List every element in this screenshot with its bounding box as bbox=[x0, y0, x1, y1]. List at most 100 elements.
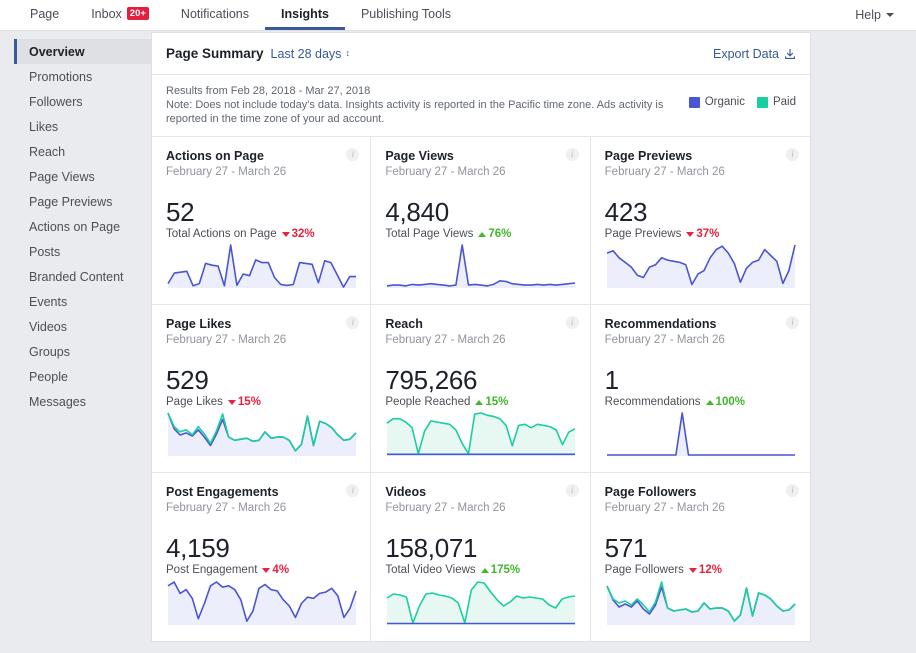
nav-tab-page[interactable]: Page bbox=[14, 0, 75, 30]
card-metric-label: Page Likes bbox=[166, 396, 223, 408]
date-range-selector[interactable]: Last 28 days ↕ bbox=[271, 47, 350, 61]
info-icon[interactable]: i bbox=[346, 316, 360, 329]
card-title: Reach bbox=[385, 317, 423, 331]
nav-tab-inbox[interactable]: Inbox 20+ bbox=[75, 0, 165, 30]
info-icon[interactable]: i bbox=[565, 316, 579, 329]
card-title: Page Likes bbox=[166, 317, 232, 331]
arrow-down-icon bbox=[227, 399, 236, 405]
card-date-range: February 27 - March 26 bbox=[385, 166, 506, 178]
card-delta-value: 32% bbox=[291, 228, 315, 240]
help-menu[interactable]: Help bbox=[855, 8, 894, 22]
card-metric-row: People Reached 15% bbox=[385, 396, 575, 408]
info-icon[interactable]: i bbox=[565, 148, 579, 161]
sidebar-item-messages[interactable]: Messages bbox=[14, 389, 151, 414]
sidebar-item-reach[interactable]: Reach bbox=[14, 139, 151, 164]
metric-card-page-views[interactable]: i Page Views February 27 - March 26 4,840 To… bbox=[371, 137, 591, 305]
card-value: 795,266 bbox=[385, 365, 478, 395]
metric-card-recommendations[interactable]: i Recommendations February 27 - March 26 1 R… bbox=[590, 305, 810, 473]
card-value: 4,840 bbox=[385, 197, 449, 227]
card-delta-down: 32% bbox=[281, 228, 315, 240]
sidebar-item-label: Messages bbox=[29, 394, 86, 409]
metric-card-reach[interactable]: i Reach February 27 - March 26 795,266 Peopl… bbox=[371, 305, 591, 473]
nav-tab-label: Publishing Tools bbox=[360, 6, 452, 21]
card-metric-row: Page Likes 15% bbox=[166, 396, 356, 408]
card-metric-row: Page Previews 37% bbox=[605, 228, 796, 240]
card-value: 423 bbox=[604, 197, 648, 227]
sparkline-chart bbox=[605, 408, 797, 458]
sidebar-item-label: Events bbox=[29, 294, 68, 309]
metric-card-videos[interactable]: i Videos February 27 - March 26 158,071 Tota… bbox=[371, 473, 591, 641]
nav-tab-label: Insights bbox=[281, 6, 329, 21]
nav-tab-publishing-tools[interactable]: Publishing Tools bbox=[345, 0, 467, 30]
info-icon[interactable]: i bbox=[785, 148, 799, 161]
summary-bar: Page Summary Last 28 days ↕ Export Data bbox=[152, 33, 810, 75]
card-metric-label: Total Actions on Page bbox=[166, 228, 277, 240]
card-value: 4,159 bbox=[166, 533, 230, 563]
info-icon[interactable]: i bbox=[346, 484, 360, 497]
card-delta-value: 4% bbox=[272, 564, 290, 576]
card-value: 529 bbox=[166, 365, 209, 395]
sidebar-item-people[interactable]: People bbox=[14, 364, 151, 389]
card-delta-value: 37% bbox=[696, 228, 720, 240]
sparkline-chart bbox=[166, 577, 358, 627]
sidebar-item-label: Promotions bbox=[29, 69, 93, 84]
sidebar-item-videos[interactable]: Videos bbox=[14, 314, 151, 339]
sidebar: Overview Promotions Followers Likes Reach Pag… bbox=[14, 31, 151, 414]
sidebar-item-branded-content[interactable]: Branded Content bbox=[14, 264, 151, 289]
card-metric-row: Total Actions on Page 32% bbox=[166, 228, 356, 240]
sidebar-item-page-views[interactable]: Page Views bbox=[14, 164, 151, 189]
nav-tab-label: Notifications bbox=[180, 6, 250, 21]
sidebar-item-label: Likes bbox=[29, 119, 59, 134]
card-date-range: February 27 - March 26 bbox=[385, 334, 506, 346]
sidebar-item-label: Posts bbox=[29, 244, 61, 259]
nav-tab-notifications[interactable]: Notifications bbox=[165, 0, 265, 30]
card-delta-down: 12% bbox=[688, 564, 722, 576]
card-metric-label: Total Page Views bbox=[385, 228, 474, 240]
results-note: Results from Feb 28, 2018 - Mar 27, 2018… bbox=[166, 84, 676, 126]
sidebar-item-posts[interactable]: Posts bbox=[14, 239, 151, 264]
sidebar-item-label: Page Views bbox=[29, 169, 95, 184]
sidebar-item-followers[interactable]: Followers bbox=[14, 89, 151, 114]
metric-card-page-previews[interactable]: i Page Previews February 27 - March 26 423 P… bbox=[590, 137, 810, 305]
export-data-button[interactable]: Export Data bbox=[713, 47, 796, 61]
nav-tab-insights[interactable]: Insights bbox=[265, 0, 345, 30]
sparkline-chart bbox=[166, 240, 358, 290]
note-line: Note: Does not include today's data. Ins… bbox=[166, 99, 664, 125]
metric-card-actions-on-page[interactable]: i Actions on Page February 27 - March 26 52… bbox=[152, 137, 372, 305]
card-metric-label: Total Video Views bbox=[385, 564, 476, 576]
card-title: Actions on Page bbox=[166, 149, 264, 163]
metric-card-post-engagements[interactable]: i Post Engagements February 27 - March 26 4… bbox=[152, 473, 372, 641]
sidebar-item-groups[interactable]: Groups bbox=[14, 339, 151, 364]
info-icon[interactable]: i bbox=[565, 484, 579, 497]
legend-label: Paid bbox=[772, 96, 796, 108]
sidebar-item-overview[interactable]: Overview bbox=[14, 39, 151, 64]
card-delta-value: 12% bbox=[698, 564, 722, 576]
card-date-range: February 27 - March 26 bbox=[166, 502, 287, 514]
card-date-range: February 27 - March 26 bbox=[385, 502, 506, 514]
sidebar-item-promotions[interactable]: Promotions bbox=[14, 64, 151, 89]
arrow-up-icon bbox=[705, 399, 714, 405]
arrow-down-icon bbox=[281, 231, 290, 237]
info-icon[interactable]: i bbox=[785, 316, 799, 329]
metric-card-page-followers[interactable]: i Page Followers February 27 - March 26 571… bbox=[591, 473, 810, 641]
card-metric-label: Recommendations bbox=[604, 396, 701, 408]
card-delta-value: 15% bbox=[237, 396, 261, 408]
card-metric-row: Recommendations 100% bbox=[605, 396, 796, 408]
arrow-up-icon bbox=[478, 231, 487, 237]
sort-updown-icon: ↕ bbox=[345, 48, 350, 58]
sidebar-item-likes[interactable]: Likes bbox=[14, 114, 151, 139]
nav-items: Page Inbox 20+ Notifications Insights Publish… bbox=[14, 0, 467, 30]
card-date-range: February 27 - March 26 bbox=[166, 334, 287, 346]
sidebar-item-page-previews[interactable]: Page Previews bbox=[14, 189, 151, 214]
sidebar-item-actions-on-page[interactable]: Actions on Page bbox=[14, 214, 151, 239]
sparkline-chart bbox=[385, 240, 577, 290]
sidebar-item-events[interactable]: Events bbox=[14, 289, 151, 314]
info-icon[interactable]: i bbox=[346, 148, 360, 161]
chevron-down-icon bbox=[886, 13, 894, 17]
card-delta-value: 100% bbox=[715, 396, 745, 408]
card-value: 158,071 bbox=[385, 533, 478, 563]
sidebar-item-label: Followers bbox=[29, 94, 83, 109]
info-icon[interactable]: i bbox=[785, 484, 799, 497]
nav-tab-label: Inbox bbox=[91, 6, 122, 21]
metric-card-page-likes[interactable]: i Page Likes February 27 - March 26 529 Page… bbox=[152, 305, 372, 473]
